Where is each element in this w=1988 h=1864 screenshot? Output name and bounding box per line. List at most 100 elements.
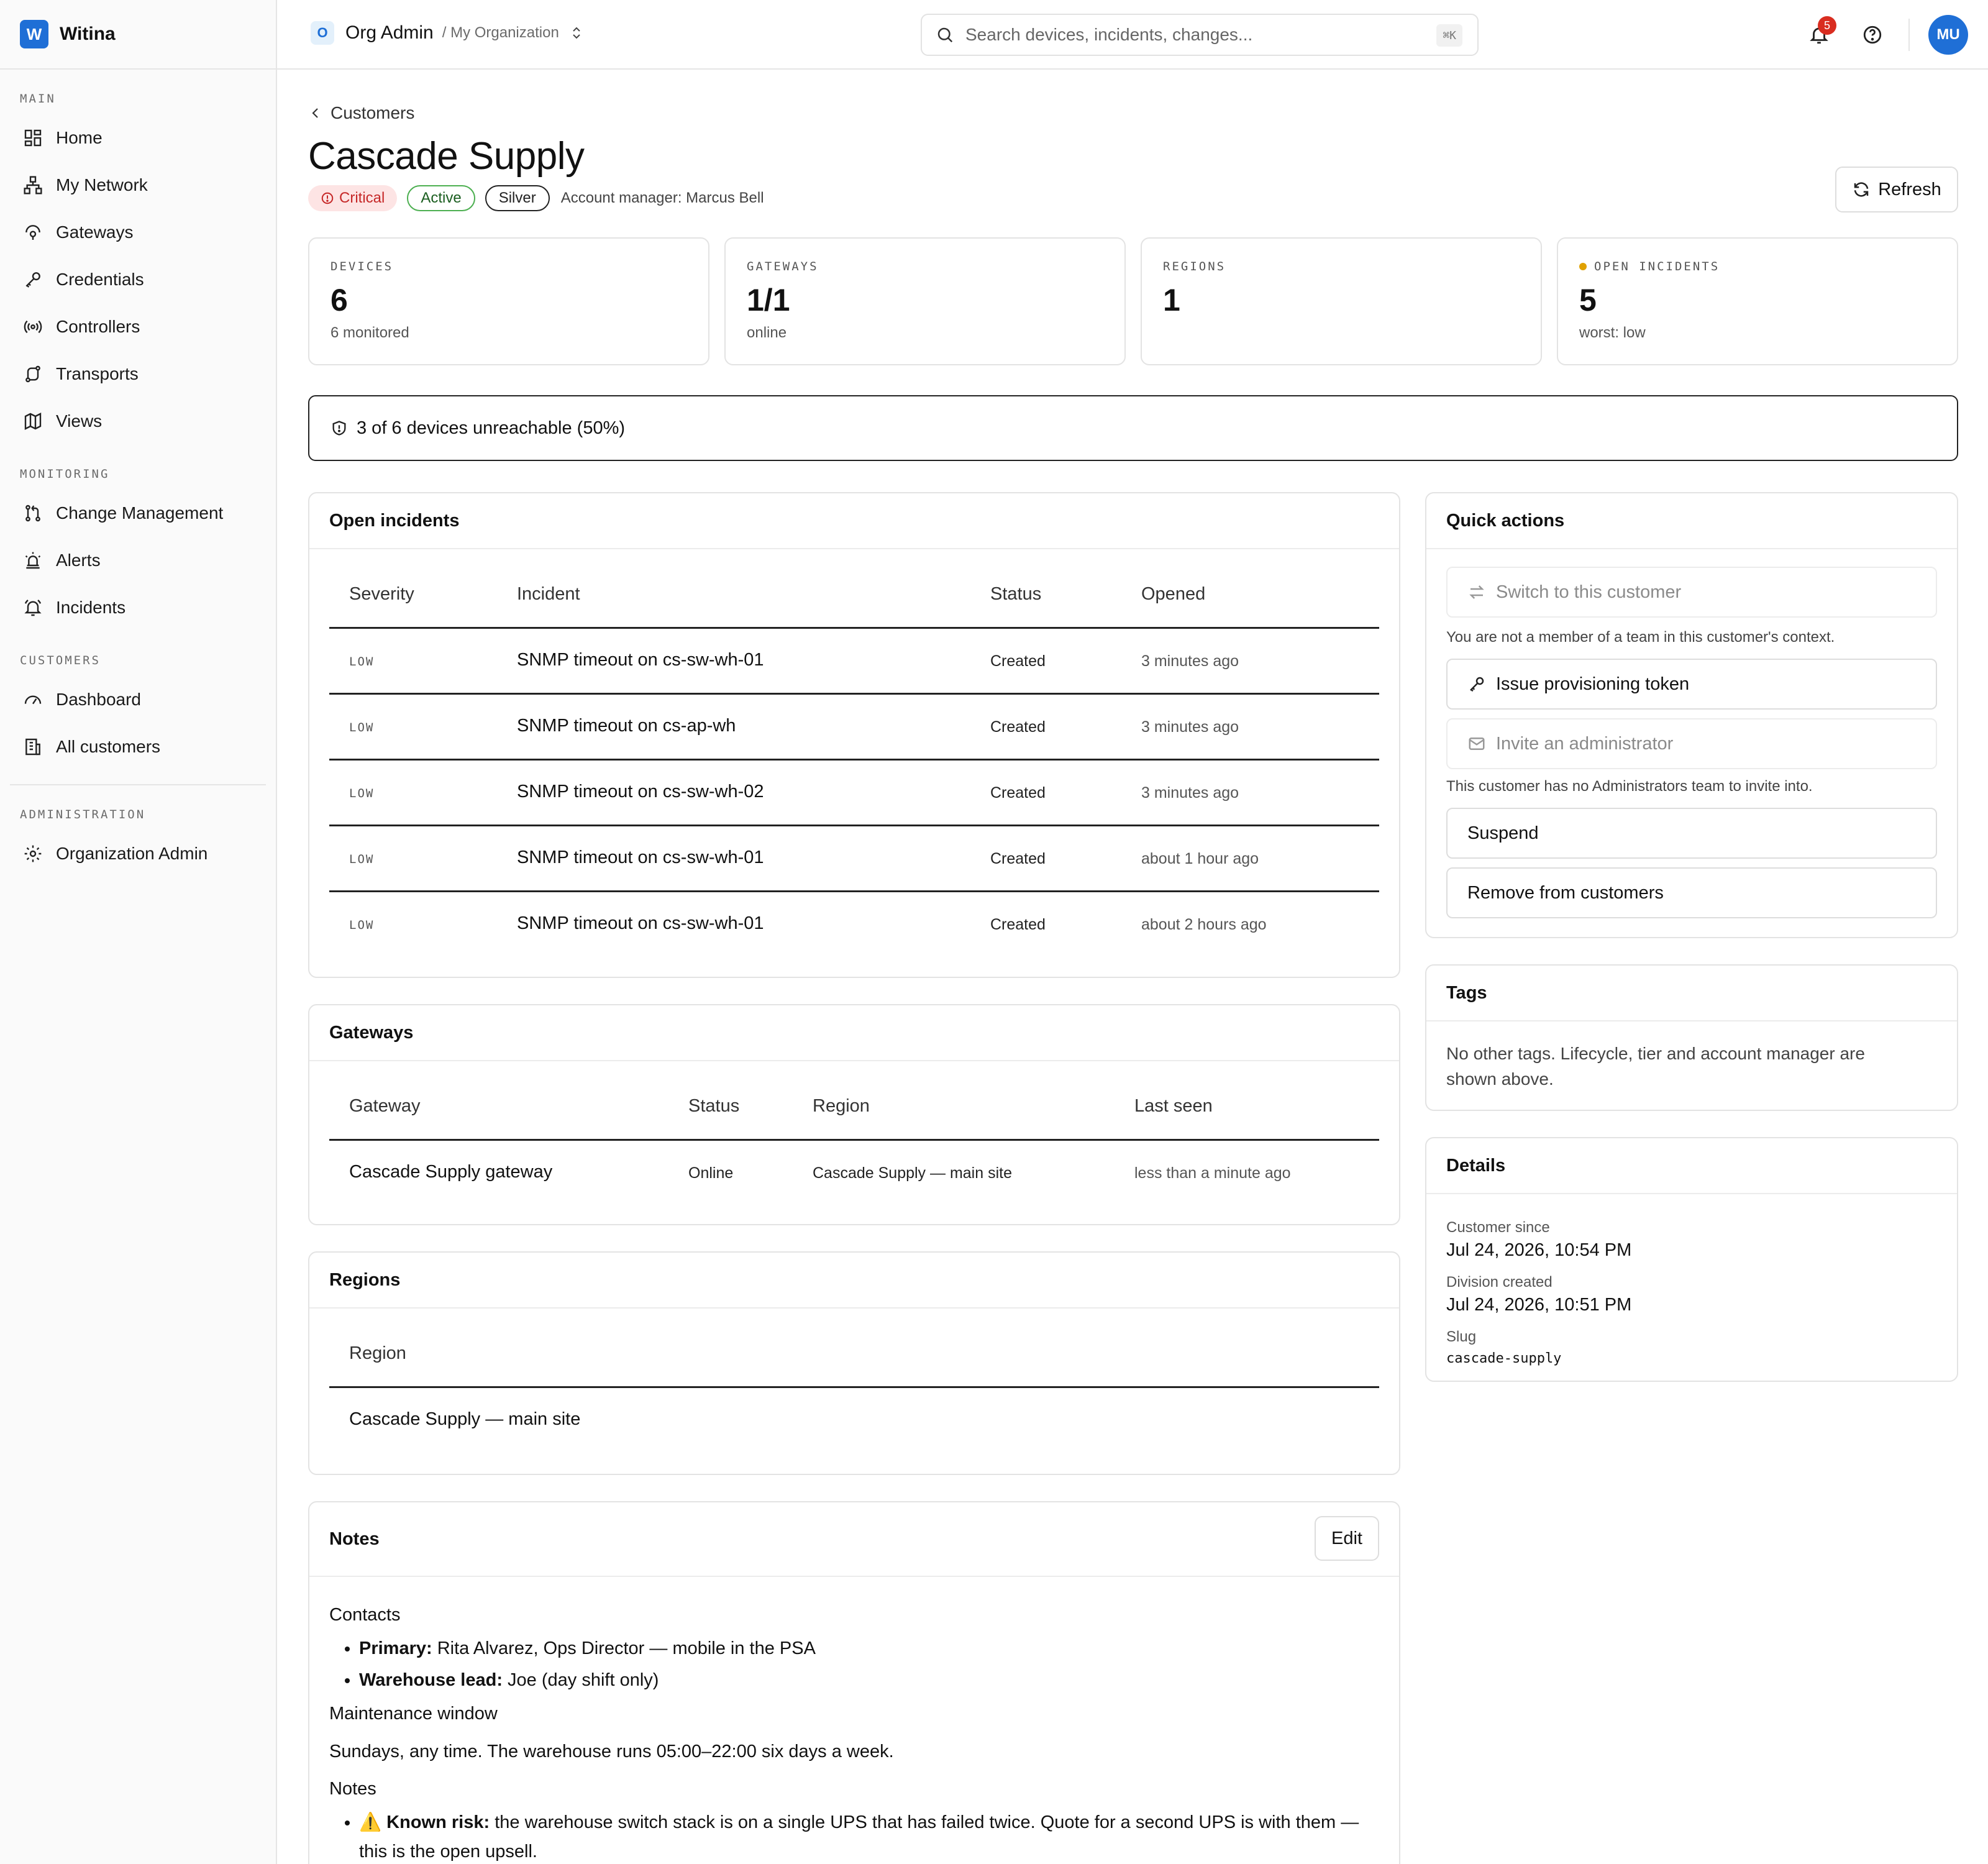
table-row[interactable]: Cascade Supply gateway Online Cascade Su… [329, 1141, 1379, 1207]
stat-label: DEVICES [331, 260, 394, 273]
stat-label: REGIONS [1163, 260, 1226, 273]
breadcrumb[interactable]: Customers [308, 103, 414, 123]
sidebar-item-incidents[interactable]: Incidents [10, 584, 266, 631]
status-badge-critical: Critical [308, 185, 398, 211]
card-title: Gateways [309, 1005, 1399, 1061]
switch-customer-button[interactable]: Switch to this customer [1446, 567, 1937, 618]
bell-ring-icon [22, 597, 43, 618]
unreachable-alert: 3 of 6 devices unreachable (50%) [308, 395, 1958, 461]
region-link[interactable]: Cascade Supply — main site [349, 1409, 580, 1430]
incident-link[interactable]: SNMP timeout on cs-sw-wh-01 [517, 913, 764, 934]
invite-admin-note: This customer has no Administrators team… [1446, 778, 1813, 795]
remove-customer-button[interactable]: Remove from customers [1446, 867, 1937, 918]
table-row[interactable]: LOW SNMP timeout on cs-sw-wh-01 Created … [329, 629, 1379, 695]
gateway-link[interactable]: Cascade Supply gateway [349, 1162, 552, 1182]
last-seen-cell: less than a minute ago [1134, 1164, 1291, 1182]
column-header[interactable]: Region [813, 1096, 870, 1117]
stat-sub: online [747, 324, 787, 341]
notes-card: Notes Edit Contacts Primary: Rita Alvare… [308, 1501, 1400, 1864]
sidebar-item-controllers[interactable]: Controllers [10, 303, 266, 350]
button-label: Remove from customers [1467, 882, 1664, 903]
issue-token-button[interactable]: Issue provisioning token [1446, 659, 1937, 710]
division-created-label: Division created [1446, 1274, 1553, 1291]
opened-cell: 3 minutes ago [1141, 652, 1239, 670]
notifications-button[interactable]: 5 [1805, 16, 1836, 48]
gear-icon [22, 843, 43, 864]
column-header[interactable]: Status [688, 1096, 739, 1117]
card-title: Regions [309, 1253, 1399, 1309]
status-cell: Created [990, 850, 1046, 867]
grid-icon [22, 127, 43, 148]
column-header[interactable]: Severity [349, 584, 414, 605]
column-header[interactable]: Incident [517, 584, 580, 605]
org-name: Org Admin [345, 22, 434, 43]
brand[interactable]: W Witina [0, 0, 276, 70]
sidebar-item-transports[interactable]: Transports [10, 350, 266, 398]
sidebar-item-label: Organization Admin [56, 844, 208, 863]
incident-link[interactable]: SNMP timeout on cs-ap-wh [517, 716, 736, 736]
column-header[interactable]: Opened [1141, 584, 1205, 605]
sidebar-item-change-management[interactable]: Change Management [10, 490, 266, 537]
table-header: Region [329, 1309, 1379, 1388]
sidebar-item-views[interactable]: Views [10, 398, 266, 445]
incident-link[interactable]: SNMP timeout on cs-sw-wh-02 [517, 782, 764, 802]
sidebar-item-organization-admin[interactable]: Organization Admin [10, 830, 266, 877]
customer-badges: Critical Active Silver Account manager: … [308, 185, 764, 211]
incident-link[interactable]: SNMP timeout on cs-sw-wh-01 [517, 650, 764, 670]
table-row[interactable]: LOW SNMP timeout on cs-sw-wh-01 Created … [329, 892, 1379, 958]
severity-cell: LOW [349, 852, 375, 866]
table-header: Severity Incident Status Opened [329, 549, 1379, 629]
invite-admin-button[interactable]: Invite an administrator [1446, 718, 1937, 769]
card-title: Open incidents [309, 493, 1399, 549]
table-row[interactable]: LOW SNMP timeout on cs-ap-wh Created 3 m… [329, 695, 1379, 761]
column-header[interactable]: Gateway [349, 1096, 420, 1117]
column-header[interactable]: Region [349, 1343, 406, 1364]
list-item: Primary: Rita Alvarez, Ops Director — mo… [359, 1634, 1374, 1663]
help-button[interactable] [1859, 21, 1886, 48]
sidebar-item-label: Change Management [56, 503, 224, 523]
search-input[interactable] [965, 25, 1400, 45]
org-switcher[interactable]: O Org Admin / My Organization [311, 21, 584, 45]
table-row[interactable]: LOW SNMP timeout on cs-sw-wh-02 Created … [329, 761, 1379, 826]
sidebar-item-my-network[interactable]: My Network [10, 162, 266, 209]
sidebar-item-credentials[interactable]: Credentials [10, 256, 266, 303]
status-cell: Online [688, 1164, 734, 1182]
sidebar-item-home[interactable]: Home [10, 114, 266, 162]
table-header: Gateway Status Region Last seen [329, 1061, 1379, 1141]
sidebar: W Witina MAIN Home My Network Gateways C… [0, 0, 277, 1864]
route-icon [22, 363, 43, 385]
open-incidents-card: Open incidents Severity Incident Status … [308, 492, 1400, 978]
notes-heading-notes: Notes [329, 1778, 376, 1799]
incident-link[interactable]: SNMP timeout on cs-sw-wh-01 [517, 847, 764, 868]
stat-label: OPEN INCIDENTS [1579, 260, 1936, 273]
refresh-button[interactable]: Refresh [1835, 167, 1958, 212]
edit-notes-button[interactable]: Edit [1315, 1516, 1379, 1561]
contact-label: Warehouse lead: [359, 1670, 503, 1690]
nav-section-title: CUSTOMERS [20, 654, 101, 667]
nav-section-administration: ADMINISTRATION Organization Admin [0, 785, 276, 877]
table-row[interactable]: Cascade Supply — main site [329, 1388, 1379, 1454]
search-box[interactable]: ⌘K [921, 14, 1479, 56]
column-header[interactable]: Last seen [1134, 1096, 1213, 1117]
chevron-left-icon [312, 108, 318, 118]
opened-cell: 3 minutes ago [1141, 784, 1239, 802]
sidebar-item-label: Incidents [56, 598, 126, 617]
sidebar-item-all-customers[interactable]: All customers [10, 723, 266, 770]
sidebar-item-gateways[interactable]: Gateways [10, 209, 266, 256]
breadcrumb-link[interactable]: Customers [331, 103, 414, 123]
git-pull-request-icon [22, 503, 43, 524]
alert-circle-icon [321, 192, 334, 204]
status-cell: Created [990, 652, 1046, 670]
warning-dot-icon [1579, 263, 1587, 270]
avatar[interactable]: MU [1928, 15, 1968, 55]
sidebar-item-dashboard[interactable]: Dashboard [10, 676, 266, 723]
suspend-button[interactable]: Suspend [1446, 808, 1937, 859]
warning-icon: ⚠️ [359, 1812, 382, 1833]
sidebar-item-label: Alerts [56, 551, 101, 570]
sidebar-item-alerts[interactable]: Alerts [10, 537, 266, 584]
table-row[interactable]: LOW SNMP timeout on cs-sw-wh-01 Created … [329, 826, 1379, 892]
column-header[interactable]: Status [990, 584, 1041, 605]
badge-label: Critical [339, 190, 385, 206]
sidebar-item-label: All customers [56, 737, 161, 756]
contact-label: Primary: [359, 1638, 432, 1659]
